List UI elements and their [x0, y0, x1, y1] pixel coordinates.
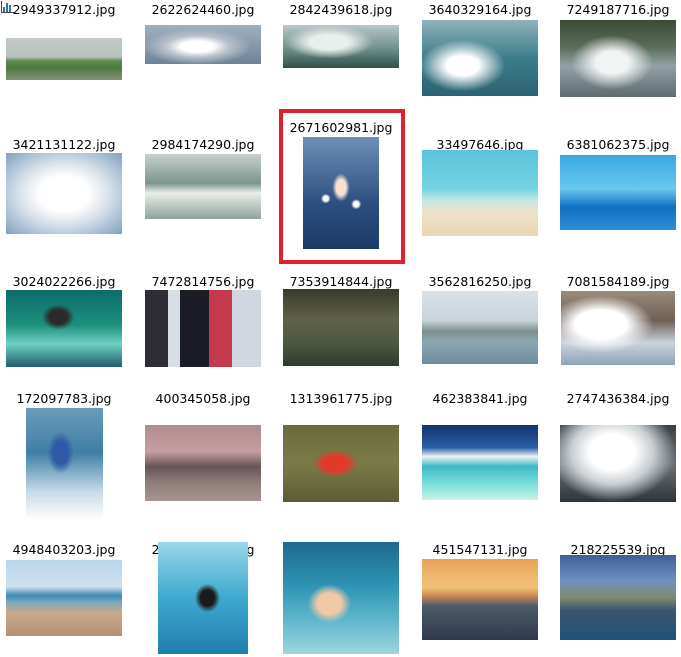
- image-filename-label: 2747436384.jpg: [566, 391, 670, 406]
- image-thumbnail[interactable]: [145, 290, 261, 367]
- image-thumbnail[interactable]: [422, 291, 538, 364]
- image-filename-label: 462383841.jpg: [432, 391, 528, 406]
- image-thumbnail[interactable]: [422, 150, 538, 236]
- image-filename-label: 2622624460.jpg: [151, 2, 255, 17]
- image-thumbnail[interactable]: [560, 155, 676, 230]
- image-thumbnail[interactable]: [422, 559, 538, 640]
- image-filename-label: 172097783.jpg: [16, 391, 112, 406]
- image-thumbnail[interactable]: [26, 408, 103, 520]
- image-filename-label: 3421131122.jpg: [12, 137, 116, 152]
- image-filename-label: 7081584189.jpg: [566, 274, 670, 289]
- image-filename-label: 400345058.jpg: [155, 391, 251, 406]
- image-thumbnail[interactable]: [6, 560, 122, 636]
- image-filename-label: 6381062375.jpg: [566, 137, 670, 152]
- image-thumbnail[interactable]: [145, 154, 261, 219]
- image-thumbnail[interactable]: [145, 425, 261, 501]
- image-filename-label: 3640329164.jpg: [428, 2, 532, 17]
- image-thumbnail[interactable]: [560, 20, 676, 97]
- image-filename-label: 7249187716.jpg: [566, 2, 670, 17]
- image-filename-label: 7472814756.jpg: [151, 274, 255, 289]
- image-filename-label: 2842439618.jpg: [289, 2, 393, 17]
- image-thumbnail[interactable]: [283, 289, 399, 366]
- image-filename-label: 451547131.jpg: [432, 542, 528, 557]
- image-filename-label: 7353914844.jpg: [289, 274, 393, 289]
- image-thumbnail[interactable]: [6, 38, 122, 80]
- image-thumbnail[interactable]: [158, 542, 248, 654]
- image-thumbnail[interactable]: [6, 290, 122, 367]
- image-grid: 2949337912.jpg 2622624460.jpg 2842439618.j…: [0, 0, 681, 657]
- image-thumbnail[interactable]: [283, 425, 399, 502]
- image-thumbnail[interactable]: [145, 25, 261, 64]
- image-filename-label: 3562816250.jpg: [428, 274, 532, 289]
- image-thumbnail[interactable]: [283, 542, 399, 654]
- image-filename-label: 4948403203.jpg: [12, 542, 116, 557]
- image-thumbnail[interactable]: [560, 425, 676, 502]
- image-thumbnail[interactable]: [560, 555, 676, 640]
- image-thumbnail[interactable]: [561, 291, 675, 365]
- image-thumbnail[interactable]: [422, 425, 538, 500]
- image-thumbnail[interactable]: [283, 25, 399, 68]
- image-filename-label: 2984174290.jpg: [151, 137, 255, 152]
- selection-highlight-box: [279, 109, 405, 264]
- image-thumbnail[interactable]: [6, 153, 122, 234]
- image-filename-label: 2949337912.jpg: [12, 2, 116, 17]
- image-thumbnail[interactable]: [422, 20, 538, 96]
- image-filename-label: 1313961775.jpg: [289, 391, 393, 406]
- image-filename-label: 3024022266.jpg: [12, 274, 116, 289]
